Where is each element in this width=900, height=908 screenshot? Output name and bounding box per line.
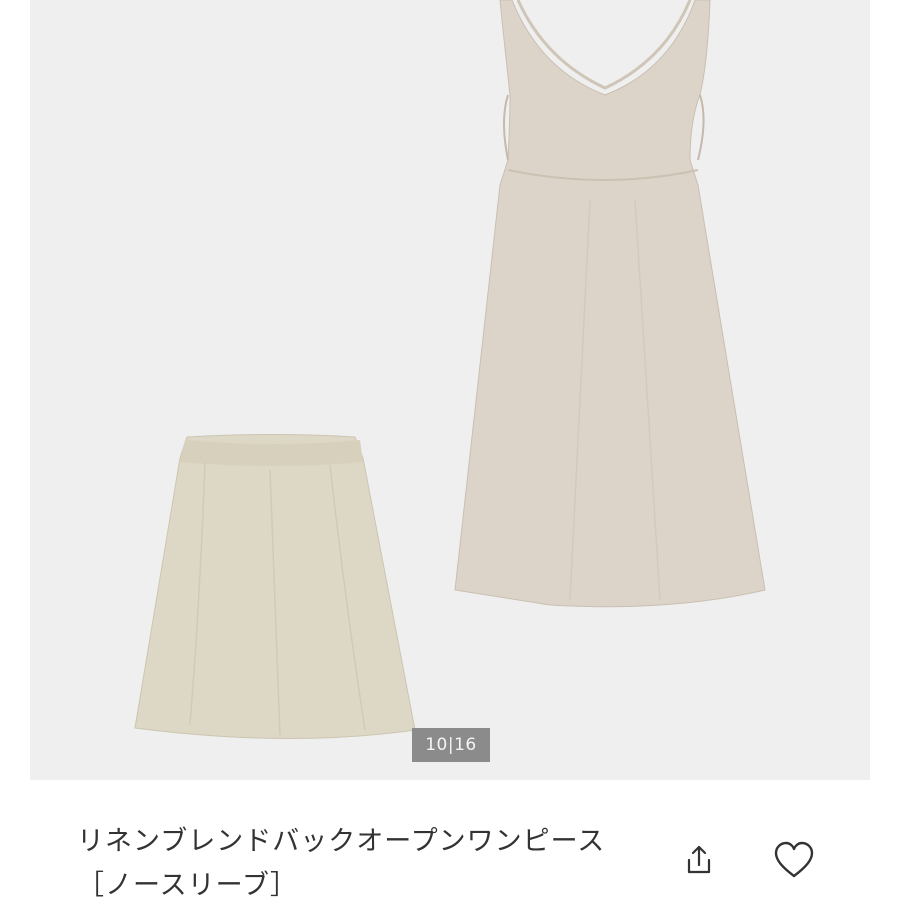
share-icon [687, 845, 711, 874]
counter-total: 16 [454, 735, 477, 755]
heart-icon [774, 841, 814, 878]
counter-current: 10 [425, 735, 448, 755]
image-counter: 10|16 [412, 728, 490, 762]
product-image-gallery[interactable]: 10|16 [30, 0, 870, 780]
product-title: リネンブレンドバックオープンワンピース［ノースリーブ］ [77, 826, 606, 901]
share-button[interactable] [675, 836, 723, 884]
product-image [134, 0, 766, 740]
dress-image [454, 0, 766, 608]
petticoat-image [134, 434, 416, 740]
product-info: リネンブレンドバックオープンワンピース［ノースリーブ］ [30, 780, 870, 901]
favorite-button[interactable] [770, 836, 818, 884]
